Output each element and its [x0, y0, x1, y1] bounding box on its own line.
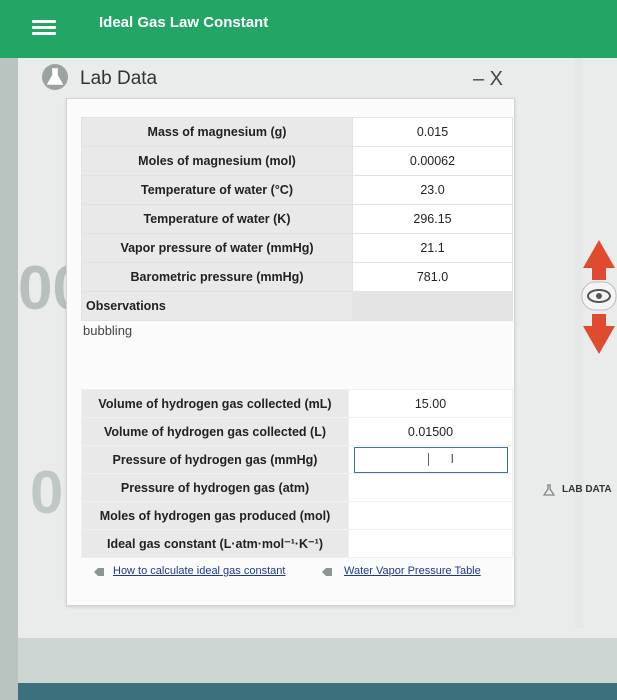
row-label: Pressure of hydrogen gas (mmHg) [81, 445, 349, 474]
table-row: Pressure of hydrogen gas (atm) [81, 473, 513, 502]
hydrogen-gas-table: Volume of hydrogen gas collected (mL) 15… [81, 389, 513, 558]
help-links: How to calculate ideal gas constant Wate… [85, 565, 515, 585]
row-value: 0.01500 [348, 417, 513, 446]
flask-icon [543, 484, 555, 496]
observations-label: Observations [81, 291, 353, 321]
row-value: 15.00 [348, 389, 513, 418]
left-strip [0, 58, 18, 700]
lab-data-table: Mass of magnesium (g) 0.015 Moles of mag… [81, 117, 513, 321]
row-value[interactable] [348, 529, 513, 558]
top-bar: Ideal Gas Law Constant [0, 0, 617, 58]
down-arrow-icon[interactable] [583, 314, 615, 354]
table-row: Moles of hydrogen gas produced (mol) [81, 501, 513, 530]
table-row: Vapor pressure of water (mmHg) 21.1 [81, 233, 513, 263]
table-row: Ideal gas constant (L·atm·mol⁻¹·K⁻¹) [81, 529, 513, 558]
row-value[interactable] [348, 473, 513, 502]
table-row: Volume of hydrogen gas collected (L) 0.0… [81, 417, 513, 446]
how-to-calculate-link[interactable]: How to calculate ideal gas constant [113, 565, 285, 577]
table-row: Mass of magnesium (g) 0.015 [81, 117, 513, 147]
row-label: Temperature of water (°C) [81, 175, 353, 205]
lab-data-panel: Mass of magnesium (g) 0.015 Moles of mag… [66, 98, 515, 606]
flask-icon [42, 64, 68, 90]
observations-row: Observations [81, 291, 513, 321]
nav-widget [581, 240, 617, 354]
tag-icon [94, 568, 104, 576]
pressure-mmhg-cell: I [348, 445, 513, 474]
row-label: Volume of hydrogen gas collected (mL) [81, 389, 349, 418]
table-row: Moles of magnesium (mol) 0.00062 [81, 146, 513, 176]
eye-icon[interactable] [581, 281, 617, 311]
table-row: Volume of hydrogen gas collected (mL) 15… [81, 389, 513, 418]
ibeam-cursor-icon: I [450, 450, 455, 466]
lab-data-tab[interactable]: LAB DATA [562, 484, 612, 495]
table-row: Temperature of water (K) 296.15 [81, 204, 513, 234]
row-label: Temperature of water (K) [81, 204, 353, 234]
row-label: Ideal gas constant (L·atm·mol⁻¹·K⁻¹) [81, 529, 349, 558]
row-label: Mass of magnesium (g) [81, 117, 353, 147]
observations-text: bubbling [83, 323, 133, 338]
row-value: 0.00062 [352, 146, 513, 176]
row-value: 0.015 [352, 117, 513, 147]
table-row: Pressure of hydrogen gas (mmHg) I [81, 445, 513, 474]
text-caret [427, 452, 429, 466]
observations-spacer [352, 291, 513, 321]
menu-icon[interactable] [28, 12, 60, 44]
tag-icon [322, 568, 332, 576]
pressure-mmhg-input[interactable]: I [353, 446, 508, 473]
row-value: 296.15 [352, 204, 513, 234]
panel-title: Lab Data [80, 68, 158, 89]
row-value[interactable] [348, 501, 513, 530]
row-label: Volume of hydrogen gas collected (L) [81, 417, 349, 446]
water-vapor-pressure-link[interactable]: Water Vapor Pressure Table [344, 565, 481, 577]
background-number: 0 [30, 459, 64, 526]
bottom-strip [18, 683, 617, 700]
up-arrow-icon[interactable] [583, 240, 615, 280]
row-label: Moles of hydrogen gas produced (mol) [81, 501, 349, 530]
row-label: Vapor pressure of water (mmHg) [81, 233, 353, 263]
row-value: 21.1 [352, 233, 513, 263]
table-row: Temperature of water (°C) 23.0 [81, 175, 513, 205]
table-row: Barometric pressure (mmHg) 781.0 [81, 262, 513, 292]
window-controls[interactable]: – X [473, 68, 503, 91]
app-title: Ideal Gas Law Constant [99, 14, 269, 31]
row-value: 23.0 [352, 175, 513, 205]
row-label: Pressure of hydrogen gas (atm) [81, 473, 349, 502]
row-label: Moles of magnesium (mol) [81, 146, 353, 176]
row-label: Barometric pressure (mmHg) [81, 262, 353, 292]
row-value: 781.0 [352, 262, 513, 292]
panel-header: Lab Data [40, 62, 530, 96]
